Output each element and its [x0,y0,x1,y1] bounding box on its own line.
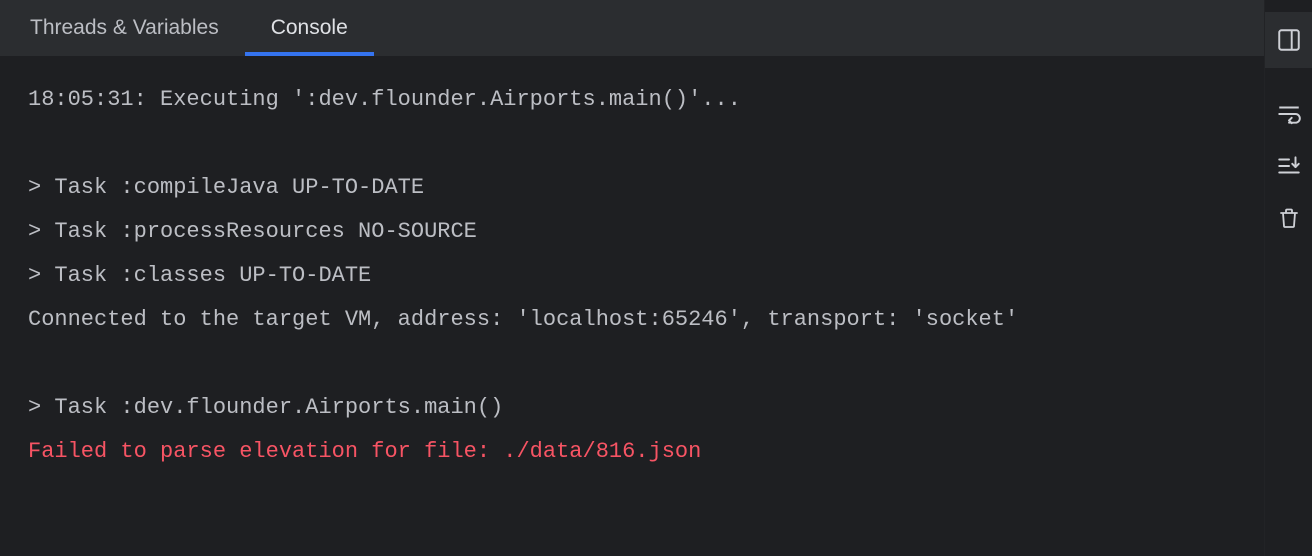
console-line: > Task :processResources NO-SOURCE [28,210,1236,254]
console-line: 18:05:31: Executing ':dev.flounder.Airpo… [28,78,1236,122]
clear-all-icon[interactable] [1271,200,1307,236]
console-line: > Task :dev.flounder.Airports.main() [28,386,1236,430]
tab-label: Threads & Variables [30,16,219,40]
tab-label: Console [271,16,348,40]
console-line: Failed to parse elevation for file: ./da… [28,430,1236,474]
layout-settings-icon[interactable] [1271,22,1307,58]
console-line: Connected to the target VM, address: 'lo… [28,298,1236,342]
soft-wrap-icon[interactable] [1271,96,1307,132]
side-toolbar [1264,0,1312,556]
tab-bar: Threads & Variables Console [0,0,1264,56]
console-output[interactable]: 18:05:31: Executing ':dev.flounder.Airpo… [0,56,1264,556]
console-line [28,342,1236,386]
console-line: > Task :compileJava UP-TO-DATE [28,166,1236,210]
tab-threads-variables[interactable]: Threads & Variables [4,0,245,56]
tab-console[interactable]: Console [245,0,374,56]
console-line: > Task :classes UP-TO-DATE [28,254,1236,298]
scroll-to-end-icon[interactable] [1271,148,1307,184]
console-line [28,122,1236,166]
